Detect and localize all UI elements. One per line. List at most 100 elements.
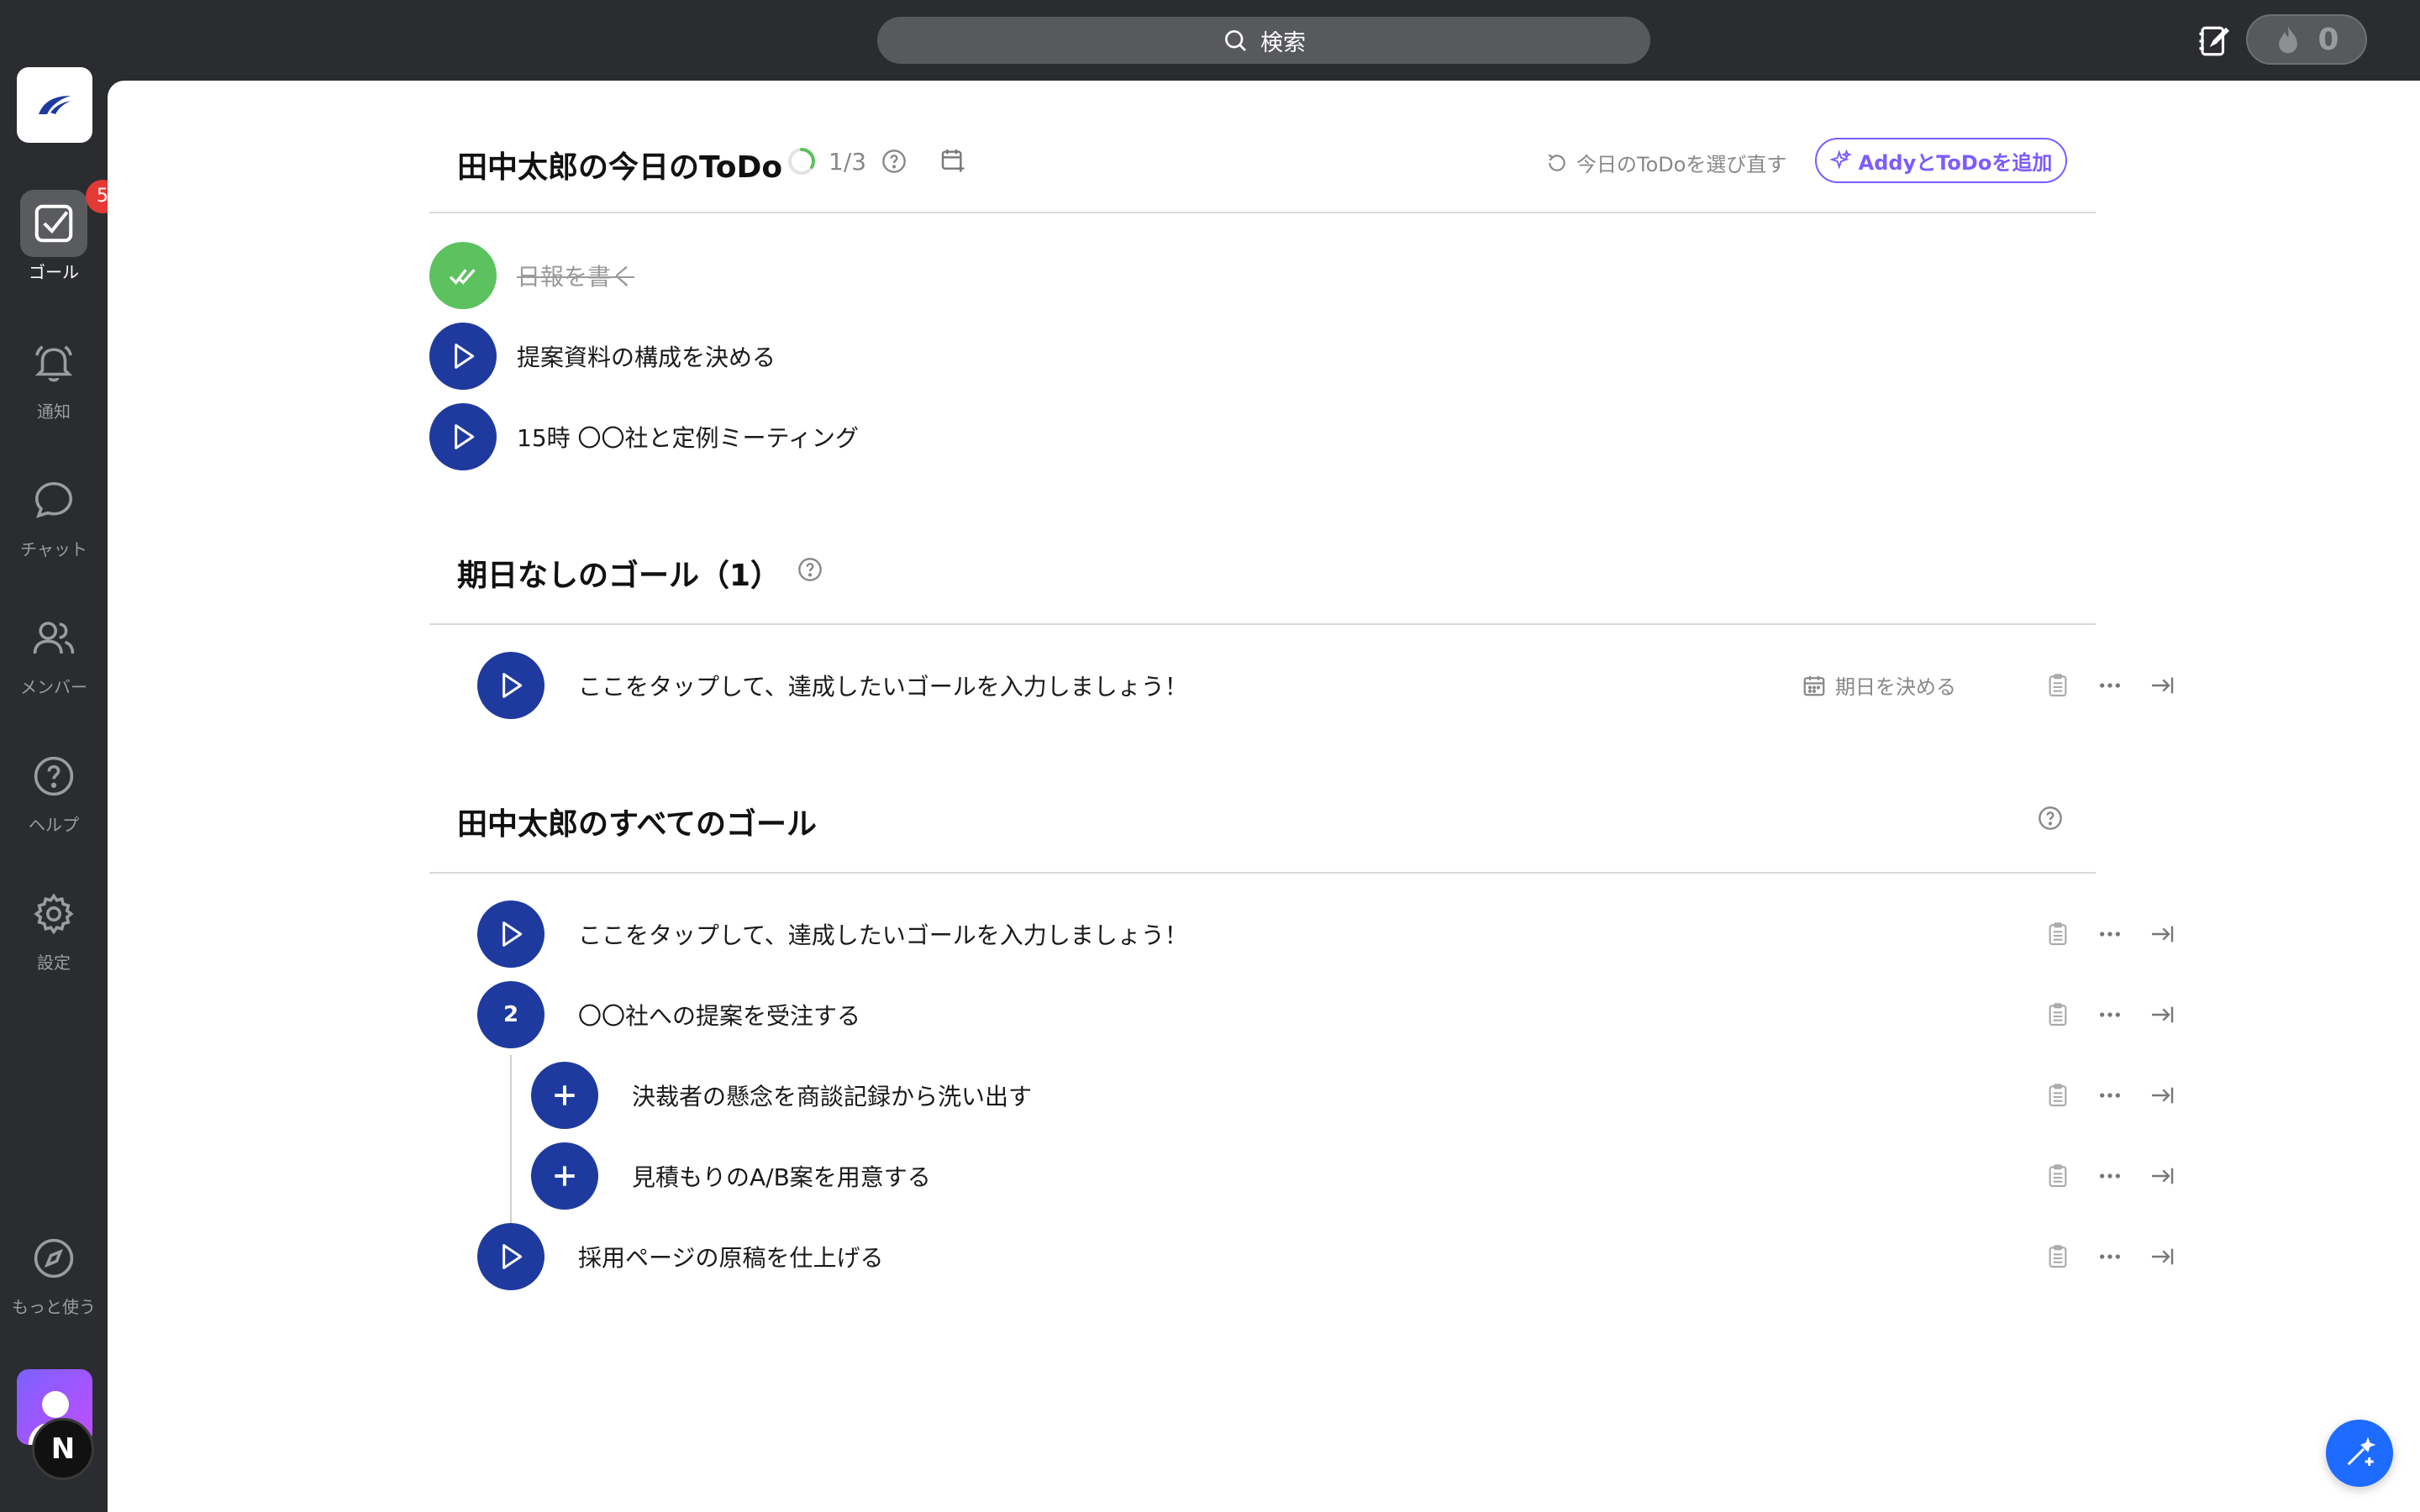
members-icon — [20, 605, 87, 672]
move-to-icon[interactable] — [2149, 1243, 2175, 1270]
row-actions — [2044, 1082, 2175, 1109]
play-icon[interactable] — [477, 652, 544, 719]
sidebar-item-settings[interactable]: 設定 — [0, 880, 108, 974]
sidebar: 5 ゴール 通知 チャット メンバー ヘルプ 設定 もっと使う N — [0, 0, 119, 1512]
play-icon[interactable] — [477, 1223, 544, 1290]
sidebar-item-label: チャット — [20, 539, 87, 559]
magic-edit-fab[interactable] — [2326, 1420, 2393, 1487]
set-due-button[interactable]: 期日を決める — [1802, 670, 1956, 700]
more-icon[interactable] — [2096, 921, 2123, 948]
addy-add-todo-button[interactable]: AddyとToDoを追加 — [1815, 138, 2067, 183]
reselect-todo-button[interactable]: 今日のToDoを選び直す — [1546, 148, 1786, 177]
sidebar-item-label: ヘルプ — [29, 815, 79, 835]
sparkle-icon — [1829, 150, 1852, 170]
todo-item-text: 日報を書く — [517, 263, 635, 291]
checkbox-icon: 5 — [20, 180, 119, 257]
sidebar-item-label: メンバー — [20, 677, 87, 697]
note-edit-icon[interactable] — [2196, 24, 2232, 59]
row-actions — [2044, 1243, 2175, 1270]
move-to-icon[interactable] — [2149, 1163, 2175, 1189]
streak-count: 0 — [2317, 22, 2339, 57]
done-check-icon[interactable] — [429, 242, 497, 309]
goal-item-text: ここをタップして、達成したいゴールを入力しましょう！ — [578, 921, 1188, 949]
memo-icon[interactable] — [2044, 672, 2071, 699]
play-icon[interactable] — [429, 403, 497, 470]
sidebar-item-notifications[interactable]: 通知 — [0, 329, 108, 423]
sidebar-item-help[interactable]: ヘルプ — [0, 743, 108, 836]
memo-icon[interactable] — [2044, 1082, 2071, 1109]
more-icon[interactable] — [2096, 672, 2123, 699]
sidebar-item-label: ゴール — [29, 262, 79, 282]
move-to-icon[interactable] — [2149, 672, 2175, 699]
subgoal-count: 2 — [502, 1002, 519, 1027]
row-actions — [2044, 921, 2175, 948]
main-panel: 田中太郎の今日のToDo 1/3 今日のToDoを選び直す AddyとToDoを… — [108, 81, 2420, 1512]
reselect-label: 今日のToDoを選び直す — [1576, 153, 1787, 176]
search-bar[interactable]: 検索 — [877, 17, 1650, 64]
calendar-add-icon[interactable] — [939, 146, 966, 173]
todo-title: 田中太郎の今日のToDo — [457, 150, 783, 185]
progress-ring-icon — [788, 148, 815, 175]
sidebar-item-label: 設定 — [37, 953, 71, 973]
plus-icon[interactable] — [531, 1142, 598, 1210]
todo-item[interactable]: 15時 〇〇社と定例ミーティング — [429, 403, 2026, 470]
no-due-title: 期日なしのゴール（1） — [457, 559, 781, 593]
subgoal-item[interactable]: 見積もりのA/B案を用意する — [531, 1142, 2174, 1210]
row-actions — [2044, 1163, 2175, 1189]
avatar-head — [42, 1391, 69, 1418]
app-logo[interactable] — [17, 67, 92, 143]
move-to-icon[interactable] — [2149, 1001, 2175, 1028]
all-goals-divider — [429, 872, 2096, 874]
search-label: 検索 — [1260, 29, 1306, 56]
no-due-divider — [429, 623, 2096, 625]
sidebar-item-label: 通知 — [37, 402, 71, 422]
more-icon[interactable] — [2096, 1001, 2123, 1028]
subgoal-count-badge[interactable]: 2 — [477, 981, 544, 1048]
goal-item-text: 採用ページの原稿を仕上げる — [578, 1244, 884, 1272]
bell-icon — [20, 329, 87, 396]
goal-item-text: 決裁者の懸念を商談記録から洗い出す — [632, 1083, 1033, 1110]
chat-icon — [20, 467, 87, 534]
set-due-label: 期日を決める — [1835, 675, 1956, 699]
subgoal-item[interactable]: 決裁者の懸念を商談記録から洗い出す — [531, 1062, 2174, 1129]
move-to-icon[interactable] — [2149, 921, 2175, 948]
more-icon[interactable] — [2096, 1082, 2123, 1109]
todo-item[interactable]: 提案資料の構成を決める — [429, 323, 2026, 390]
refresh-icon — [1548, 153, 1565, 171]
gear-icon — [20, 880, 87, 948]
goal-item[interactable]: 2 〇〇社への提案を受注する — [477, 981, 2174, 1048]
sidebar-item-chat[interactable]: チャット — [0, 467, 108, 560]
sidebar-item-members[interactable]: メンバー — [0, 605, 108, 698]
play-icon[interactable] — [477, 900, 544, 968]
todo-progress: 1/3 — [829, 148, 867, 176]
memo-icon[interactable] — [2044, 1163, 2071, 1189]
more-icon[interactable] — [2096, 1163, 2123, 1189]
compass-icon — [20, 1225, 87, 1292]
more-icon[interactable] — [2096, 1243, 2123, 1270]
help-icon[interactable] — [797, 556, 823, 583]
addy-label: AddyとToDoを追加 — [1858, 150, 2053, 175]
sidebar-item-goals[interactable]: 5 ゴール — [0, 180, 119, 283]
todo-item-text: 15時 〇〇社と定例ミーティング — [517, 424, 859, 452]
all-goals-title: 田中太郎のすべてのゴール — [457, 807, 818, 842]
goal-item[interactable]: 採用ページの原稿を仕上げる — [477, 1223, 2174, 1290]
memo-icon[interactable] — [2044, 1243, 2071, 1270]
todo-divider — [429, 212, 2096, 213]
row-actions — [2044, 672, 2175, 699]
play-icon[interactable] — [429, 323, 497, 390]
memo-icon[interactable] — [2044, 921, 2071, 948]
magic-wand-icon — [2347, 1436, 2376, 1466]
search-icon — [1225, 30, 1246, 51]
todo-item[interactable]: 日報を書く — [429, 242, 2026, 309]
streak-counter[interactable]: 0 — [2246, 14, 2367, 65]
flame-icon — [2279, 25, 2298, 54]
profile-badge[interactable]: N — [32, 1418, 94, 1480]
sidebar-item-more[interactable]: もっと使う — [0, 1225, 108, 1318]
plus-icon[interactable] — [531, 1062, 598, 1129]
goal-item[interactable]: ここをタップして、達成したいゴールを入力しましょう！ 期日を決める — [477, 652, 2174, 719]
help-icon[interactable] — [2037, 805, 2064, 832]
help-icon[interactable] — [881, 148, 908, 175]
goal-item[interactable]: ここをタップして、達成したいゴールを入力しましょう！ — [477, 900, 2174, 968]
memo-icon[interactable] — [2044, 1001, 2071, 1028]
move-to-icon[interactable] — [2149, 1082, 2175, 1109]
